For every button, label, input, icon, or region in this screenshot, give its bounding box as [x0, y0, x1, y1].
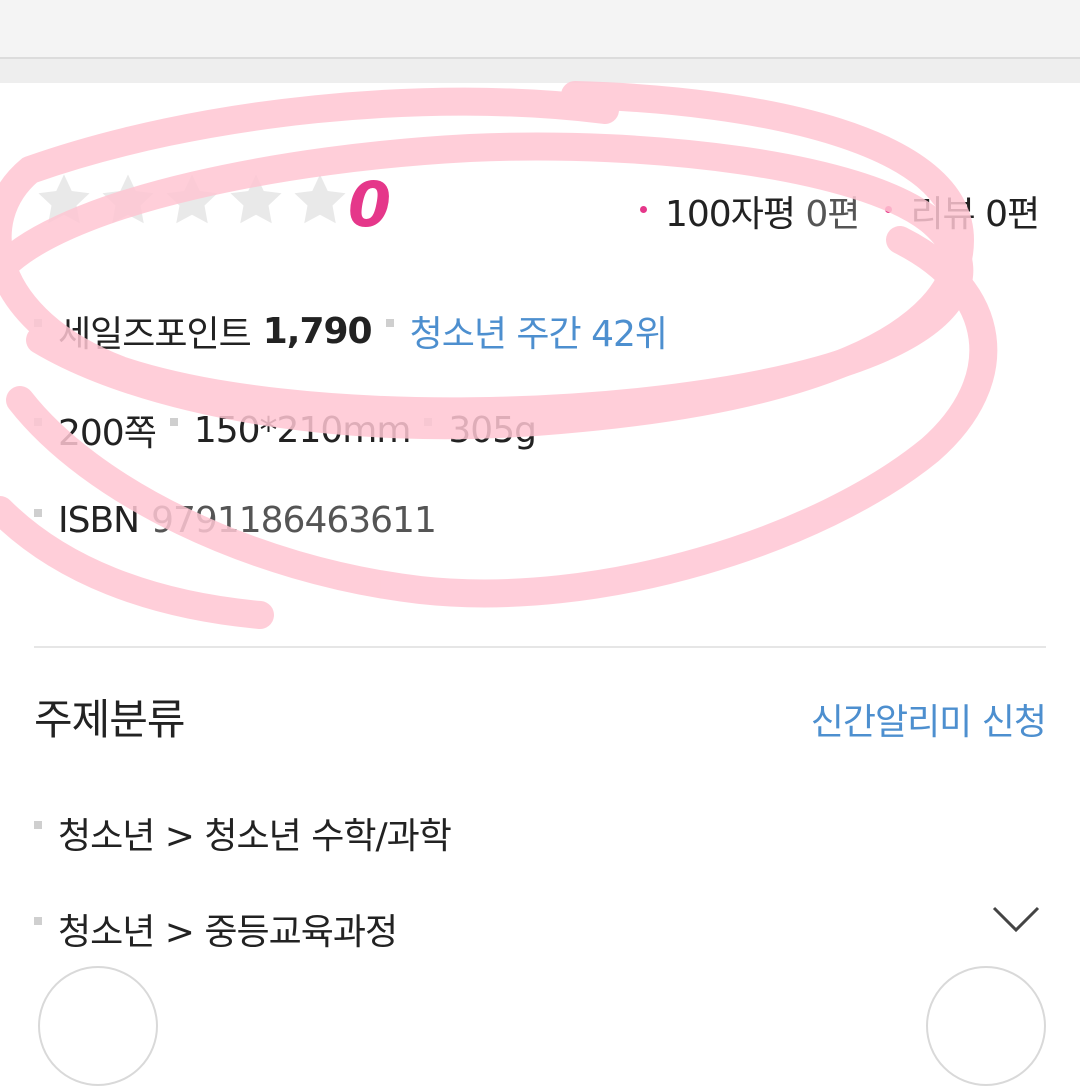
- star-empty-icon: [166, 174, 218, 224]
- isbn-row: ISBN 9791186463611: [34, 500, 437, 541]
- review-label: 리뷰: [910, 194, 975, 235]
- bullet-square: [424, 418, 433, 426]
- rating-score: 0: [348, 168, 392, 241]
- bullet-square: [385, 319, 394, 327]
- short-review-label: 100자평: [665, 194, 796, 235]
- section-gap: [0, 59, 1080, 83]
- bullet-dot: [640, 205, 647, 213]
- bullet-square: [34, 319, 42, 327]
- specs-row: 200쪽 150*210mm 305g: [34, 404, 537, 456]
- section-title-category: 주제분류: [34, 695, 186, 744]
- category-path: 청소년 > 청소년 수학/과학: [58, 816, 452, 857]
- page-count: 200쪽: [58, 413, 157, 454]
- bullet-square: [34, 508, 42, 517]
- salespoint-label: 세일즈포인트: [58, 314, 252, 355]
- short-review-link[interactable]: 100자평 0편: [665, 185, 860, 237]
- chevron-down-icon[interactable]: [990, 902, 1042, 936]
- star-empty-icon: [230, 174, 282, 224]
- rating-stars: [34, 170, 354, 230]
- salespoint-value: 1,790: [262, 310, 373, 352]
- short-review-count: 0편: [805, 194, 860, 235]
- isbn-value: 9791186463611: [151, 500, 437, 541]
- bullet-square: [169, 418, 178, 426]
- review-count: 0편: [985, 194, 1040, 235]
- next-button[interactable]: [926, 966, 1046, 1086]
- bullet-dot: [885, 205, 893, 213]
- category-item[interactable]: 청소년 > 청소년 수학/과학: [34, 807, 452, 859]
- bullet-square: [34, 917, 42, 925]
- bullet-square: [34, 821, 42, 829]
- star-empty-icon: [294, 174, 346, 224]
- rank-link[interactable]: 청소년 주간 42위: [410, 305, 668, 357]
- section-divider: [34, 646, 1046, 648]
- star-empty-icon: [102, 174, 154, 224]
- salespoint-row: 세일즈포인트 1,790 청소년 주간 42위: [34, 305, 668, 357]
- isbn-label: ISBN: [58, 500, 140, 541]
- bullet-square: [34, 418, 42, 426]
- new-book-alert-link[interactable]: 신간알리미 신청: [811, 693, 1047, 745]
- book-size: 150*210mm: [193, 409, 412, 451]
- review-counts: 100자평 0편 리뷰 0편: [640, 185, 1040, 237]
- star-empty-icon: [38, 174, 90, 224]
- review-link[interactable]: 리뷰 0편: [910, 185, 1040, 237]
- top-bar: [0, 0, 1080, 59]
- category-item[interactable]: 청소년 > 중등교육과정: [34, 903, 398, 955]
- prev-button[interactable]: [38, 966, 158, 1086]
- book-weight: 305g: [448, 409, 537, 451]
- category-path: 청소년 > 중등교육과정: [58, 912, 398, 953]
